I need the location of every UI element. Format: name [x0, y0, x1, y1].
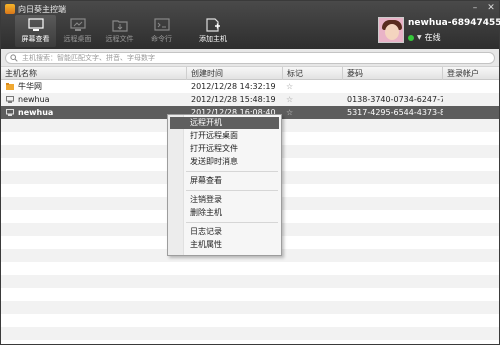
screen-view-button[interactable]: 屏幕查看: [15, 15, 56, 47]
table-header: 主机名称 创建时间 标记 菱码 登录帐户: [1, 67, 499, 80]
main-window: 向日葵主控端 – ✕ 屏幕查看 远程桌面 远程文件 命令行 添加主机 newhu…: [0, 0, 500, 345]
host-name: newhua: [18, 95, 50, 104]
remote-file-icon: [111, 20, 128, 32]
add-host-label: 添加主机: [199, 35, 227, 43]
empty-table-row: [1, 301, 499, 314]
remote-file-button[interactable]: 远程文件: [99, 15, 140, 47]
mark-star-icon[interactable]: ☆: [286, 93, 293, 106]
window-controls: – ✕: [470, 3, 496, 13]
search-icon: [10, 54, 18, 62]
remote-desktop-button[interactable]: 远程桌面: [57, 15, 98, 47]
menu-item-log-record[interactable]: 日志记录: [170, 226, 279, 238]
empty-table-row: [1, 327, 499, 340]
created-time: 2012/12/28 15:48:19: [191, 95, 276, 104]
empty-table-row: [1, 288, 499, 301]
folder-icon: [6, 83, 14, 90]
add-host-icon: [206, 18, 220, 32]
host-icon: [6, 96, 14, 103]
search-input[interactable]: 主机搜索：智能匹配文字、拼音、字母数字: [5, 52, 495, 64]
remote-desktop-label: 远程桌面: [63, 35, 92, 43]
username: newhua-68947455: [408, 18, 500, 28]
empty-table-row: [1, 275, 499, 288]
menu-item-host-properties[interactable]: 主机属性: [170, 239, 279, 251]
mark-star-icon[interactable]: ☆: [286, 106, 293, 119]
remote-file-label: 远程文件: [105, 35, 134, 43]
avatar-face: [385, 24, 399, 40]
chevron-down-icon: ▼: [417, 34, 422, 41]
host-code: 5317-4295-6544-4373-8670: [347, 108, 443, 117]
column-header-name[interactable]: 主机名称: [1, 67, 187, 80]
command-line-icon: [153, 18, 170, 31]
menu-item-open-remote-file[interactable]: 打开远程文件: [170, 143, 279, 155]
table-row[interactable]: 牛华网 2012/12/28 14:32:19 ☆: [1, 80, 499, 93]
menu-separator: [186, 222, 278, 223]
column-header-created[interactable]: 创建时间: [187, 67, 283, 80]
menu-item-remote-wake[interactable]: 远程开机: [170, 117, 279, 129]
created-time: 2012/12/28 14:32:19: [191, 82, 276, 91]
column-header-mark[interactable]: 标记: [283, 67, 343, 80]
host-icon: [6, 109, 14, 116]
command-line-button[interactable]: 命令行: [141, 15, 182, 47]
screen-view-icon: [27, 18, 44, 31]
menu-item-screen-view[interactable]: 屏幕查看: [170, 175, 279, 187]
empty-table-row: [1, 262, 499, 275]
table-row[interactable]: newhua 2012/12/28 15:48:19 ☆ 0138-3740-0…: [1, 93, 499, 106]
context-menu: 远程开机 打开远程桌面 打开远程文件 发送即时消息 屏幕查看 注销登录 删除主机…: [167, 114, 282, 256]
empty-table-row: [1, 314, 499, 327]
online-status-icon: [408, 34, 414, 41]
menu-item-send-message[interactable]: 发送即时消息: [170, 156, 279, 168]
minimize-icon[interactable]: –: [470, 3, 480, 13]
status-text: 在线: [424, 33, 441, 42]
menu-item-logout[interactable]: 注销登录: [170, 194, 279, 206]
menu-separator: [186, 171, 278, 172]
host-name: 牛华网: [18, 82, 42, 91]
screen-view-label: 屏幕查看: [21, 35, 50, 43]
search-placeholder: 主机搜索：智能匹配文字、拼音、字母数字: [22, 54, 155, 62]
avatar[interactable]: [378, 17, 404, 43]
host-name: newhua: [18, 108, 54, 117]
menu-item-delete-host[interactable]: 删除主机: [170, 207, 279, 219]
menu-item-open-remote-desktop[interactable]: 打开远程桌面: [170, 130, 279, 142]
search-bar: 主机搜索：智能匹配文字、拼音、字母数字: [1, 49, 499, 67]
title-toolbar-area: 向日葵主控端 – ✕ 屏幕查看 远程桌面 远程文件 命令行 添加主机 newhu…: [1, 1, 500, 49]
remote-desktop-icon: [69, 18, 86, 31]
sunflower-logo-icon: [5, 4, 15, 14]
status-selector[interactable]: ▼ 在线: [408, 32, 441, 43]
add-host-button[interactable]: 添加主机: [189, 15, 237, 47]
app-title: 向日葵主控端: [5, 3, 66, 15]
column-header-account[interactable]: 登录帐户: [443, 67, 499, 80]
menu-separator: [186, 190, 278, 191]
command-line-label: 命令行: [151, 35, 172, 43]
host-code: [347, 80, 443, 93]
host-code: 0138-3740-0734-6247-7413: [347, 95, 443, 104]
main-toolbar: 屏幕查看 远程桌面 远程文件 命令行 添加主机: [15, 15, 238, 47]
close-icon[interactable]: ✕: [486, 3, 496, 13]
app-title-text: 向日葵主控端: [18, 4, 66, 14]
mark-star-icon[interactable]: ☆: [286, 80, 293, 93]
column-header-code[interactable]: 菱码: [343, 67, 443, 80]
